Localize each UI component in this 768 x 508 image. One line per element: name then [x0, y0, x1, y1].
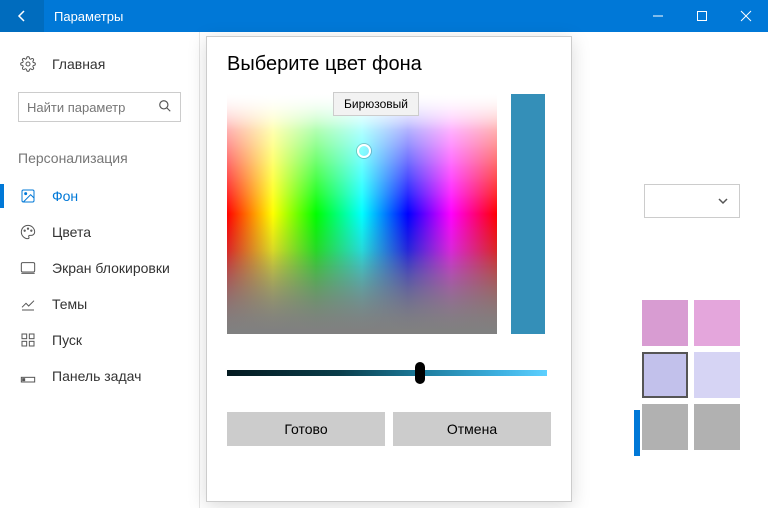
nav-label: Темы — [52, 296, 87, 312]
nav-label: Цвета — [52, 224, 91, 240]
color-tooltip: Бирюзовый — [333, 92, 419, 116]
nav-label: Панель задач — [52, 368, 141, 384]
sidebar-item-0[interactable]: Фон — [0, 178, 199, 214]
cancel-button[interactable]: Отмена — [393, 412, 551, 446]
color-swatch[interactable] — [694, 300, 740, 346]
window-controls — [636, 0, 768, 32]
maximize-button[interactable] — [680, 0, 724, 32]
sidebar: Главная Найти параметр Персонализация Фо… — [0, 32, 200, 508]
dialog-title: Выберите цвет фона — [227, 53, 551, 76]
minimize-button[interactable] — [636, 0, 680, 32]
color-swatch[interactable] — [642, 352, 688, 398]
value-slider[interactable] — [227, 370, 547, 376]
nav-icon — [18, 368, 38, 384]
nav-icon — [18, 224, 38, 240]
sidebar-item-1[interactable]: Цвета — [0, 214, 199, 250]
color-swatch[interactable] — [694, 352, 740, 398]
group-label: Персонализация — [0, 150, 199, 166]
close-button[interactable] — [724, 0, 768, 32]
titlebar: Параметры — [0, 0, 768, 32]
background-type-dropdown[interactable] — [644, 184, 740, 218]
search-placeholder: Найти параметр — [27, 100, 125, 115]
hue-saturation-field[interactable]: Бирюзовый — [227, 94, 497, 334]
search-icon — [158, 99, 172, 116]
nav-label: Пуск — [52, 332, 82, 348]
window-title: Параметры — [54, 9, 636, 24]
chevron-down-icon — [717, 195, 729, 207]
color-swatch[interactable] — [642, 404, 688, 450]
home-link[interactable]: Главная — [0, 50, 199, 78]
gear-icon — [18, 56, 38, 72]
color-swatch[interactable] — [642, 300, 688, 346]
picker-cursor[interactable] — [357, 144, 371, 158]
search-input[interactable]: Найти параметр — [18, 92, 181, 122]
sidebar-item-3[interactable]: Темы — [0, 286, 199, 322]
back-button[interactable] — [0, 0, 44, 32]
nav-icon — [18, 296, 38, 312]
sidebar-item-5[interactable]: Панель задач — [0, 358, 199, 394]
color-swatches — [642, 300, 740, 456]
sidebar-item-4[interactable]: Пуск — [0, 322, 199, 358]
nav-label: Фон — [52, 188, 78, 204]
nav-icon — [18, 188, 38, 204]
slider-thumb[interactable] — [415, 362, 425, 384]
nav-icon — [18, 332, 38, 348]
nav-icon — [18, 260, 38, 276]
sidebar-item-2[interactable]: Экран блокировки — [0, 250, 199, 286]
main-area: Выберите цвет фона Бирюзовый Готово Отме… — [200, 32, 768, 508]
nav-label: Экран блокировки — [52, 260, 170, 276]
color-swatch[interactable] — [694, 404, 740, 450]
done-button[interactable]: Готово — [227, 412, 385, 446]
home-label: Главная — [52, 56, 105, 72]
swatch-selection-bar — [634, 410, 640, 456]
color-preview — [511, 94, 545, 334]
color-picker-dialog: Выберите цвет фона Бирюзовый Готово Отме… — [206, 36, 572, 502]
